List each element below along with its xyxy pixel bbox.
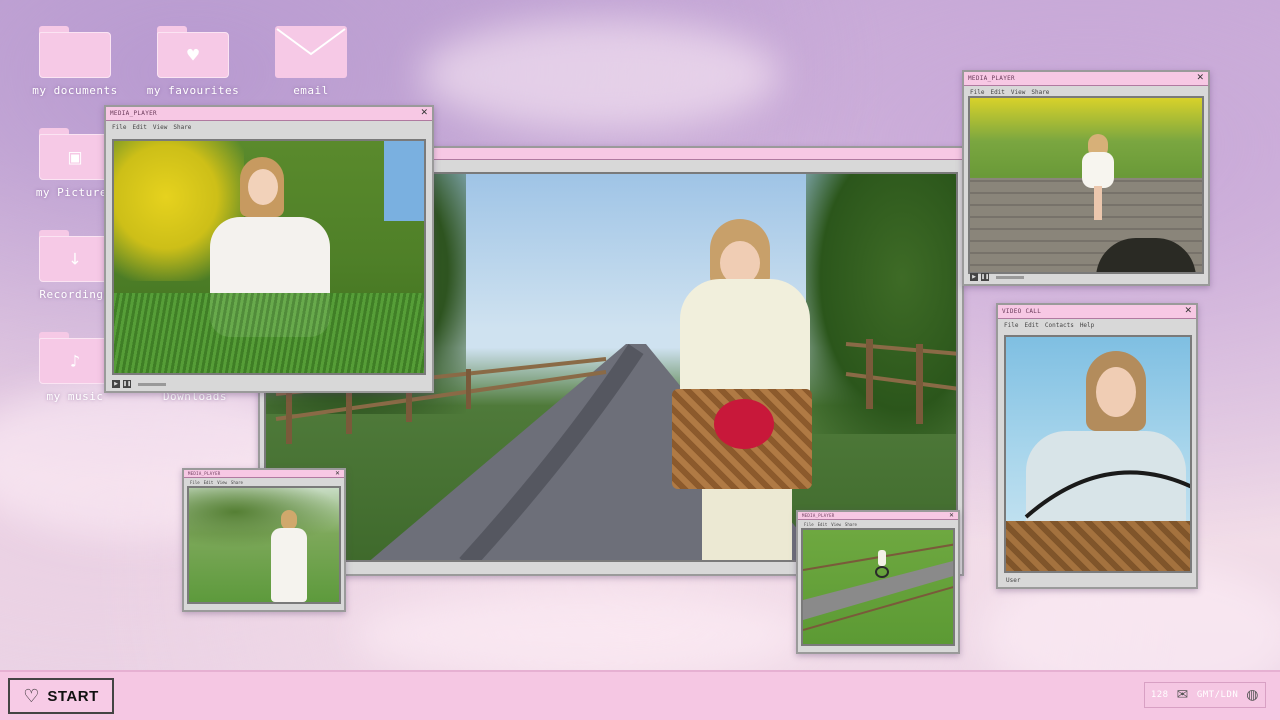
pause-icon[interactable]: ❚❚	[981, 273, 989, 281]
video-view[interactable]	[112, 139, 426, 375]
download-folder-icon: ↓	[39, 230, 111, 282]
menu-share[interactable]: Share	[845, 522, 857, 527]
start-button[interactable]: ♡ START	[8, 678, 114, 714]
tray-count: 128	[1150, 690, 1169, 700]
close-icon[interactable]: ✕	[1184, 307, 1192, 316]
call-user-label: User	[1006, 577, 1021, 584]
menu-share[interactable]: Share	[231, 480, 243, 485]
play-icon[interactable]: ▶	[112, 380, 120, 388]
basket-icon	[1006, 521, 1190, 571]
window-title: VIDEO CALL	[1002, 308, 1042, 315]
globe-icon[interactable]: ◍	[1246, 687, 1259, 703]
music-folder-icon: ♪	[39, 332, 111, 384]
desktop-icon-label: email	[293, 84, 329, 97]
menu-share[interactable]: Share	[173, 124, 191, 131]
menu-help[interactable]: Help	[1080, 322, 1094, 329]
tray-clock: GMT/LDN	[1196, 690, 1239, 700]
person-figure	[1078, 134, 1118, 220]
close-icon[interactable]: ✕	[335, 470, 340, 477]
menu-edit[interactable]: Edit	[818, 522, 828, 527]
seek-bar[interactable]	[138, 382, 166, 386]
menu-edit[interactable]: Edit	[1024, 322, 1038, 329]
taskbar: ♡ START 128 ✉ GMT/LDN ◍	[0, 670, 1280, 720]
picture-folder-icon: ▣	[39, 128, 111, 180]
menu-view[interactable]: View	[153, 124, 167, 131]
video-call-window[interactable]: VIDEO CALL ✕ File Edit Contacts Help Use…	[996, 303, 1198, 589]
person-figure	[269, 510, 309, 602]
menu-file[interactable]: File	[1004, 322, 1018, 329]
desktop-icon-my-documents[interactable]: my documents	[20, 26, 130, 97]
desktop-icon-label: Recordings	[39, 288, 111, 301]
close-icon[interactable]: ✕	[1196, 74, 1204, 83]
media-player-small-right-window[interactable]: MEDIA_PLAYER ✕ File Edit View Share	[796, 510, 960, 654]
pause-icon[interactable]: ❚❚	[123, 380, 131, 388]
close-icon[interactable]: ✕	[420, 109, 428, 118]
heart-folder-icon: ♥	[157, 26, 229, 78]
envelope-icon[interactable]: ✉	[1177, 687, 1189, 703]
menu-file[interactable]: File	[804, 522, 814, 527]
desktop-icon-label: my documents	[32, 84, 118, 97]
menu-file[interactable]: File	[190, 480, 200, 485]
cyclist-figure	[875, 550, 889, 580]
envelope-icon	[275, 26, 347, 78]
heart-icon: ♡	[23, 685, 40, 707]
seek-bar[interactable]	[996, 275, 1024, 279]
menu-contacts[interactable]: Contacts	[1045, 322, 1074, 329]
menu-share[interactable]: Share	[1031, 89, 1049, 96]
video-view[interactable]	[968, 96, 1204, 274]
menu-edit[interactable]: Edit	[990, 89, 1004, 96]
system-tray: 128 ✉ GMT/LDN ◍	[1143, 682, 1266, 708]
desktop-icon-my-favourites[interactable]: ♥ my favourites	[138, 26, 248, 97]
desktop-icon-email[interactable]: email	[256, 26, 366, 97]
window-title: MEDIA_PLAYER	[968, 75, 1015, 82]
video-view[interactable]	[801, 528, 955, 646]
window-title: MEDIA_PLAYER	[188, 471, 221, 476]
start-label: START	[47, 687, 99, 705]
menu-view[interactable]: View	[831, 522, 841, 527]
window-title: MEDIA_PLAYER	[110, 110, 157, 117]
menu-file[interactable]: File	[970, 89, 984, 96]
play-icon[interactable]: ▶	[970, 273, 978, 281]
media-player-small-left-window[interactable]: MEDIA_PLAYER ✕ File Edit View Share	[182, 468, 346, 612]
folder-icon	[39, 26, 111, 78]
video-view[interactable]	[187, 486, 341, 604]
menu-view[interactable]: View	[217, 480, 227, 485]
close-icon[interactable]: ✕	[949, 512, 954, 519]
window-title: MEDIA_PLAYER	[802, 513, 835, 518]
desktop-icon-label: my music	[46, 390, 104, 403]
menu-view[interactable]: View	[1011, 89, 1025, 96]
video-call-view[interactable]	[1004, 335, 1192, 573]
media-player-left-window[interactable]: MEDIA_PLAYER ✕ File Edit View Share ▶ ❚❚	[104, 105, 434, 393]
menu-edit[interactable]: Edit	[204, 480, 214, 485]
menu-edit[interactable]: Edit	[132, 124, 146, 131]
desktop-icon-label: my favourites	[146, 84, 240, 97]
menu-file[interactable]: File	[112, 124, 126, 131]
media-player-top-right-window[interactable]: MEDIA_PLAYER ✕ File Edit View Share ▶ ❚❚	[962, 70, 1210, 286]
desktop-icon-label: my Pictures	[35, 186, 115, 199]
